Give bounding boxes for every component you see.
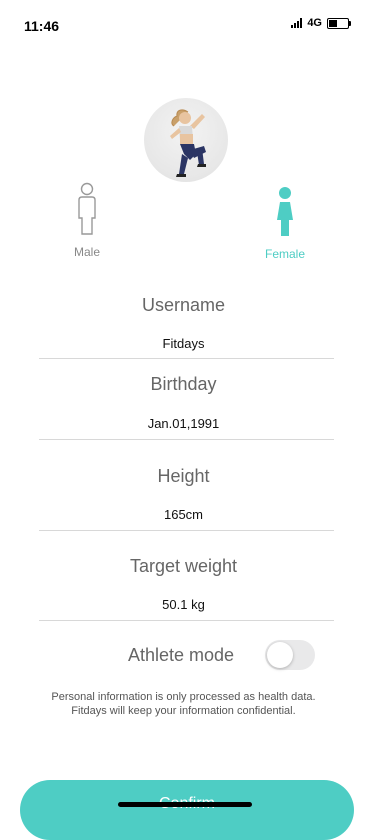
battery-icon: [327, 17, 351, 29]
status-indicators: 4G: [291, 17, 351, 29]
height-label: Height: [157, 466, 210, 486]
athlete-mode-toggle[interactable]: [265, 640, 315, 670]
male-label: Male: [73, 245, 100, 259]
height-field[interactable]: 165cm: [0, 507, 367, 522]
username-field[interactable]: Fitdays: [0, 336, 367, 351]
athlete-mode-label: Athlete mode: [128, 645, 235, 665]
divider: [39, 530, 334, 531]
status-time: 11:46: [24, 18, 60, 34]
gender-option-female[interactable]: Female: [250, 186, 320, 261]
male-person-icon: [78, 182, 96, 235]
female-label: Female: [264, 247, 305, 261]
divider: [39, 439, 334, 440]
target-weight-label: Target weight: [129, 556, 238, 576]
gender-option-male[interactable]: Male: [52, 182, 122, 259]
confirm-button[interactable]: Confirm: [20, 780, 354, 840]
battery-level: [329, 19, 337, 27]
signal-icon: [291, 18, 303, 28]
status-bar: 11:46 4G: [0, 0, 367, 48]
fitness-woman-icon: [170, 109, 206, 177]
username-label: Username: [141, 295, 226, 315]
home-indicator: [118, 802, 252, 807]
target-weight-field[interactable]: 50.1 kg: [0, 597, 367, 612]
avatar[interactable]: [144, 98, 228, 182]
female-person-icon: [277, 187, 293, 236]
birthday-field[interactable]: Jan.01,1991: [0, 416, 367, 431]
divider: [39, 620, 334, 621]
toggle-knob: [267, 642, 293, 668]
birthday-label: Birthday: [150, 374, 217, 394]
network-type: 4G: [307, 17, 322, 29]
divider: [39, 358, 334, 359]
privacy-disclaimer: Personal information is only processed a…: [51, 691, 316, 717]
